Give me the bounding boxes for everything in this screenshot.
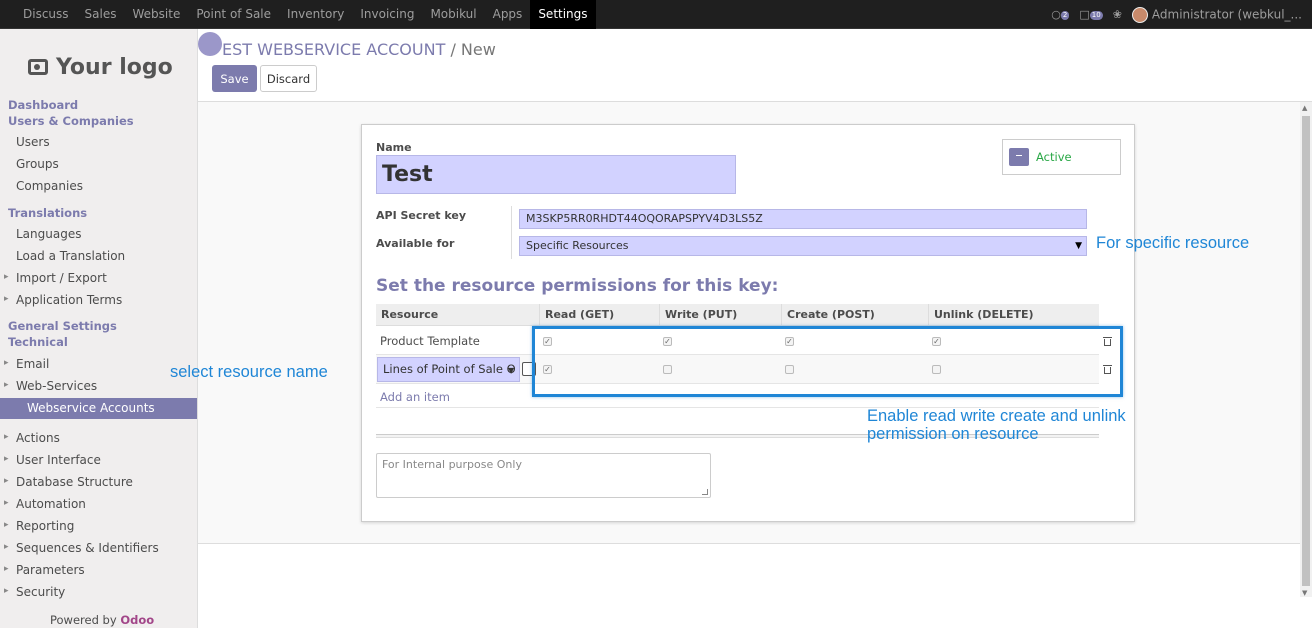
api-key-label: API Secret key xyxy=(376,209,467,222)
available-label: Available for xyxy=(376,237,455,250)
sidebar-database-structure[interactable]: Database Structure xyxy=(0,475,197,489)
odoo-link[interactable]: Odoo xyxy=(120,613,154,627)
col-read[interactable]: Read (GET) xyxy=(539,304,614,326)
scrollbar[interactable]: ▲ ▼ xyxy=(1300,102,1312,597)
breadcrumb-current: New xyxy=(460,40,496,59)
sidebar-user-interface[interactable]: User Interface xyxy=(0,453,197,467)
menu-sales[interactable]: Sales xyxy=(77,0,125,29)
sidebar-groups[interactable]: Groups xyxy=(0,157,197,171)
company-logo[interactable]: Your logo xyxy=(28,49,173,85)
sidebar-import-export[interactable]: Import / Export xyxy=(0,271,197,285)
messages-badge: 10 xyxy=(1089,11,1103,20)
col-write[interactable]: Write (PUT) xyxy=(659,304,737,326)
active-toggle-button[interactable]: Active xyxy=(1002,139,1121,175)
annotation-enable-line1: Enable read write create and unlink xyxy=(867,407,1126,425)
menu-point-of-sale[interactable]: Point of Sale xyxy=(188,0,279,29)
menu-discuss[interactable]: Discuss xyxy=(15,0,77,29)
menu-apps[interactable]: Apps xyxy=(485,0,531,29)
available-for-value: Specific Resources xyxy=(526,239,629,252)
permissions-highlight-box xyxy=(532,326,1123,397)
sidebar-parameters[interactable]: Parameters xyxy=(0,563,197,577)
sidebar-email[interactable]: Email xyxy=(0,357,197,371)
active-label: Active xyxy=(1036,150,1072,164)
sidebar-actions[interactable]: Actions xyxy=(0,431,197,445)
dropdown-arrow-icon: ▼ xyxy=(1075,241,1082,251)
sidebar-load-translation[interactable]: Load a Translation xyxy=(0,249,197,263)
user-name: Administrator (webkul_... xyxy=(1151,7,1302,21)
cursor-drop-marker xyxy=(198,32,222,56)
menu-invoicing[interactable]: Invoicing xyxy=(352,0,422,29)
breadcrumb: EST WEBSERVICE ACCOUNT / New xyxy=(205,40,496,59)
col-resource[interactable]: Resource xyxy=(376,304,438,326)
resize-grip-icon[interactable] xyxy=(702,489,708,495)
menu-mobikul[interactable]: Mobikul xyxy=(422,0,484,29)
avatar xyxy=(1131,6,1148,23)
camera-icon xyxy=(28,59,48,75)
sidebar-web-services[interactable]: Web-Services xyxy=(0,379,197,393)
sidebar: Your logo Dashboard Users & Companies Us… xyxy=(0,29,198,628)
systray: ○ 2 □ 10 ❀ Administrator (webkul_... xyxy=(1051,0,1302,29)
save-button[interactable]: Save xyxy=(212,65,257,92)
note-placeholder: For Internal purpose Only xyxy=(382,458,522,471)
annotation-enable-line2: permission on resource xyxy=(867,425,1039,443)
api-key-field[interactable]: M3SKP5RR0RHDT44OQORAPSPYV4D3LS5Z xyxy=(519,209,1087,229)
name-input[interactable]: Test xyxy=(376,155,736,194)
app-menu: Discuss Sales Website Point of Sale Inve… xyxy=(15,0,596,29)
available-for-select[interactable]: Specific Resources ▼ xyxy=(519,236,1087,256)
row-1-resource: Product Template xyxy=(380,334,480,348)
sidebar-application-terms[interactable]: Application Terms xyxy=(0,293,197,307)
sidebar-reporting[interactable]: Reporting xyxy=(0,519,197,533)
user-menu[interactable]: Administrator (webkul_... xyxy=(1131,6,1302,23)
breadcrumb-parent[interactable]: EST WEBSERVICE ACCOUNT xyxy=(205,40,445,59)
permissions-table-header: Resource Read (GET) Write (PUT) Create (… xyxy=(376,304,1099,326)
sidebar-dashboard[interactable]: Dashboard xyxy=(0,98,197,112)
powered-by: Powered by Odoo xyxy=(50,613,154,627)
logo-text: Your logo xyxy=(56,54,173,80)
chat-badge: 2 xyxy=(1060,11,1070,20)
archive-icon xyxy=(1009,148,1029,166)
note-textarea[interactable]: For Internal purpose Only xyxy=(376,453,711,498)
messages-icon[interactable]: □ 10 xyxy=(1079,8,1103,21)
permissions-title: Set the resource permissions for this ke… xyxy=(376,276,779,296)
powered-by-text: Powered by xyxy=(50,613,117,627)
resource-select-value: Lines of Point of Sale O xyxy=(383,362,516,376)
sidebar-webservice-accounts[interactable]: Webservice Accounts xyxy=(0,398,197,419)
scrollbar-thumb[interactable] xyxy=(1302,116,1310,586)
menu-inventory[interactable]: Inventory xyxy=(279,0,352,29)
scroll-down-icon[interactable]: ▼ xyxy=(1302,589,1307,597)
sidebar-users-companies[interactable]: Users & Companies xyxy=(0,114,197,128)
sidebar-technical[interactable]: Technical xyxy=(0,335,197,349)
sidebar-translations[interactable]: Translations xyxy=(0,206,197,220)
chat-icon[interactable]: ○ 2 xyxy=(1051,8,1070,21)
add-item-link[interactable]: Add an item xyxy=(380,390,450,404)
menu-website[interactable]: Website xyxy=(125,0,189,29)
sidebar-sequences[interactable]: Sequences & Identifiers xyxy=(0,541,197,555)
discard-button[interactable]: Discard xyxy=(260,65,317,92)
sidebar-companies[interactable]: Companies xyxy=(0,179,197,193)
label-separator xyxy=(511,206,512,259)
sidebar-users[interactable]: Users xyxy=(0,135,197,149)
top-navbar: Discuss Sales Website Point of Sale Inve… xyxy=(0,0,1312,29)
scroll-up-icon[interactable]: ▲ xyxy=(1302,104,1307,112)
resource-select[interactable]: Lines of Point of Sale O xyxy=(377,357,520,382)
sidebar-general-settings[interactable]: General Settings xyxy=(0,319,197,333)
annotation-specific-resource: For specific resource xyxy=(1096,234,1250,252)
col-create[interactable]: Create (POST) xyxy=(781,304,875,326)
annotation-select-resource: select resource name xyxy=(170,363,328,381)
menu-settings[interactable]: Settings xyxy=(530,0,596,29)
sidebar-security[interactable]: Security xyxy=(0,585,197,599)
name-label: Name xyxy=(376,141,412,154)
caret-down-icon: ▼ xyxy=(508,366,515,375)
sidebar-languages[interactable]: Languages xyxy=(0,227,197,241)
col-unlink[interactable]: Unlink (DELETE) xyxy=(928,304,1034,326)
bug-icon[interactable]: ❀ xyxy=(1113,8,1122,21)
breadcrumb-separator: / xyxy=(450,40,456,59)
sidebar-automation[interactable]: Automation xyxy=(0,497,197,511)
